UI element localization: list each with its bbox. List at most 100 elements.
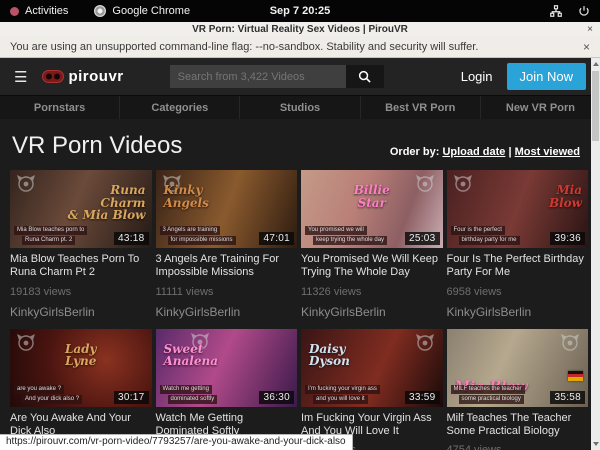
nav-item-studios[interactable]: Studios — [240, 96, 360, 119]
thumbnail-model-name: BillieStar — [301, 184, 443, 209]
tab-close-icon[interactable]: × — [587, 24, 593, 35]
browser-status-bar: https://pirouvr.com/vr-porn-video/779325… — [0, 434, 353, 450]
activities-dot-icon — [10, 7, 19, 16]
thumbnail-model-name: RunaCharm& Mia Blow — [68, 184, 146, 222]
nav-item-best-vr[interactable]: Best VR Porn — [361, 96, 481, 119]
studio-cat-logo-icon — [415, 333, 435, 351]
video-views: 19183 views — [10, 286, 152, 298]
order-by-label: Order by: — [390, 146, 440, 158]
duration-badge: 47:01 — [259, 232, 294, 245]
order-separator: | — [508, 146, 511, 158]
video-thumbnail[interactable]: RunaCharm& Mia Blow Mia Blow teaches por… — [10, 170, 152, 248]
search-icon — [358, 70, 371, 83]
page-title: VR Porn Videos — [12, 133, 182, 158]
thumbnail-caption: Watch me gettingdominated softly — [160, 385, 218, 404]
scrollbar-up-arrow-icon[interactable] — [591, 58, 600, 70]
order-by-controls: Order by: Upload date | Most viewed — [390, 146, 588, 158]
studio-cat-logo-icon — [560, 333, 580, 351]
video-card[interactable]: LadyLyne are you awake ?And your dick al… — [10, 329, 152, 450]
nav-item-new-vr[interactable]: New VR Porn — [481, 96, 600, 119]
video-thumbnail[interactable]: MiaBlow Four is the perfectbirthday part… — [447, 170, 589, 248]
thumbnail-caption: MILF teaches the teachersome practical b… — [451, 385, 525, 404]
video-card[interactable]: DaisyDyson I'm fucking your virgin assan… — [301, 329, 443, 450]
duration-badge: 39:36 — [550, 232, 585, 245]
video-thumbnail[interactable]: KinkyAngels 3 Angels are trainingfor imp… — [156, 170, 298, 248]
power-icon[interactable] — [578, 5, 590, 17]
chrome-icon — [94, 5, 106, 17]
video-card[interactable]: BillieStar You promised we willkeep tryi… — [301, 170, 443, 318]
search-bar — [170, 65, 384, 88]
video-card[interactable]: SweetAnalena Watch me gettingdominated s… — [156, 329, 298, 450]
duration-badge: 25:03 — [405, 232, 440, 245]
chrome-label: Google Chrome — [112, 5, 190, 17]
video-views: 11326 views — [301, 286, 443, 298]
vr-headset-icon — [42, 70, 64, 83]
thumbnail-model-name: MiaBlow — [549, 184, 582, 209]
video-thumbnail[interactable]: LadyLyne are you awake ?And your dick al… — [10, 329, 152, 407]
duration-badge: 35:58 — [550, 391, 585, 404]
video-thumbnail[interactable]: Mia Blow MILF teaches the teachersome pr… — [447, 329, 589, 407]
scrollbar-down-arrow-icon[interactable] — [591, 438, 600, 450]
video-title[interactable]: Milf Teaches The Teacher Some Practical … — [447, 412, 589, 438]
video-channel-link[interactable]: KinkyGirlsBerlin — [156, 305, 298, 319]
video-card[interactable]: KinkyAngels 3 Angels are trainingfor imp… — [156, 170, 298, 318]
browser-tab-bar: VR Porn: Virtual Reality Sex Videos | Pi… — [0, 22, 600, 36]
duration-badge: 33:59 — [405, 391, 440, 404]
tab-title[interactable]: VR Porn: Virtual Reality Sex Videos | Pi… — [192, 24, 408, 35]
video-title[interactable]: Four Is The Perfect Birthday Party For M… — [447, 253, 589, 279]
system-top-bar: Activities Google Chrome Sep 7 20:25 — [0, 0, 600, 22]
site-header: ☰ pirouvr Login Join Now — [0, 58, 600, 95]
join-now-button[interactable]: Join Now — [507, 63, 586, 90]
warning-close-icon[interactable]: × — [583, 40, 590, 54]
order-link-most-viewed[interactable]: Most viewed — [515, 146, 580, 158]
video-grid: RunaCharm& Mia Blow Mia Blow teaches por… — [0, 170, 600, 450]
search-button[interactable] — [346, 65, 384, 88]
video-thumbnail[interactable]: BillieStar You promised we willkeep tryi… — [301, 170, 443, 248]
video-title[interactable]: You Promised We Will Keep Trying The Who… — [301, 253, 443, 279]
thumbnail-caption: 3 Angels are trainingfor impossible miss… — [160, 226, 236, 245]
thumbnail-caption: Mia Blow teaches porn toRuna Charm pt. 2 — [14, 226, 87, 245]
site-logo[interactable]: pirouvr — [42, 68, 123, 85]
video-card[interactable]: Mia Blow MILF teaches the teachersome pr… — [447, 329, 589, 450]
video-views: 4754 views — [447, 444, 589, 450]
hamburger-menu-icon[interactable]: ☰ — [14, 68, 28, 86]
thumbnail-model-name: DaisyDyson — [309, 343, 350, 368]
network-tree-icon[interactable] — [550, 5, 562, 17]
duration-badge: 30:17 — [114, 391, 149, 404]
main-nav: Pornstars Categories Studios Best VR Por… — [0, 95, 600, 119]
duration-badge: 43:18 — [114, 232, 149, 245]
thumbnail-caption: I'm fucking your virgin assand you will … — [305, 385, 380, 404]
video-card[interactable]: RunaCharm& Mia Blow Mia Blow teaches por… — [10, 170, 152, 318]
search-input[interactable] — [170, 65, 346, 88]
video-channel-link[interactable]: KinkyGirlsBerlin — [10, 305, 152, 319]
german-flag-icon — [568, 371, 583, 381]
thumbnail-caption: are you awake ?And your dick also ? — [14, 385, 82, 404]
page-scrollbar[interactable] — [591, 58, 600, 450]
activities-button[interactable]: Activities — [10, 5, 68, 17]
chrome-warning-bar: You are using an unsupported command-lin… — [0, 36, 600, 58]
nav-item-categories[interactable]: Categories — [120, 96, 240, 119]
video-title[interactable]: 3 Angels Are Training For Impossible Mis… — [156, 253, 298, 279]
warning-message: You are using an unsupported command-lin… — [10, 41, 478, 53]
login-link[interactable]: Login — [461, 69, 493, 84]
video-views: 11111 views — [156, 286, 298, 298]
thumbnail-model-name: KinkyAngels — [164, 184, 209, 209]
thumbnail-caption: You promised we willkeep trying the whol… — [305, 226, 387, 245]
thumbnail-model-name: SweetAnalena — [164, 343, 219, 368]
site-logo-text: pirouvr — [68, 68, 123, 85]
activities-label: Activities — [25, 5, 68, 17]
video-thumbnail[interactable]: SweetAnalena Watch me gettingdominated s… — [156, 329, 298, 407]
nav-item-pornstars[interactable]: Pornstars — [0, 96, 120, 119]
video-title[interactable]: Mia Blow Teaches Porn To Runa Charm Pt 2 — [10, 253, 152, 279]
chrome-app-menu[interactable]: Google Chrome — [94, 5, 190, 17]
video-channel-link[interactable]: KinkyGirlsBerlin — [447, 305, 589, 319]
order-link-upload-date[interactable]: Upload date — [442, 146, 505, 158]
video-channel-link[interactable]: KinkyGirlsBerlin — [301, 305, 443, 319]
video-card[interactable]: MiaBlow Four is the perfectbirthday part… — [447, 170, 589, 318]
studio-cat-logo-icon — [16, 174, 36, 192]
video-views: 6958 views — [447, 286, 589, 298]
thumbnail-model-name: LadyLyne — [10, 343, 152, 368]
scrollbar-thumb[interactable] — [592, 71, 599, 141]
video-thumbnail[interactable]: DaisyDyson I'm fucking your virgin assan… — [301, 329, 443, 407]
studio-cat-logo-icon — [453, 174, 473, 192]
